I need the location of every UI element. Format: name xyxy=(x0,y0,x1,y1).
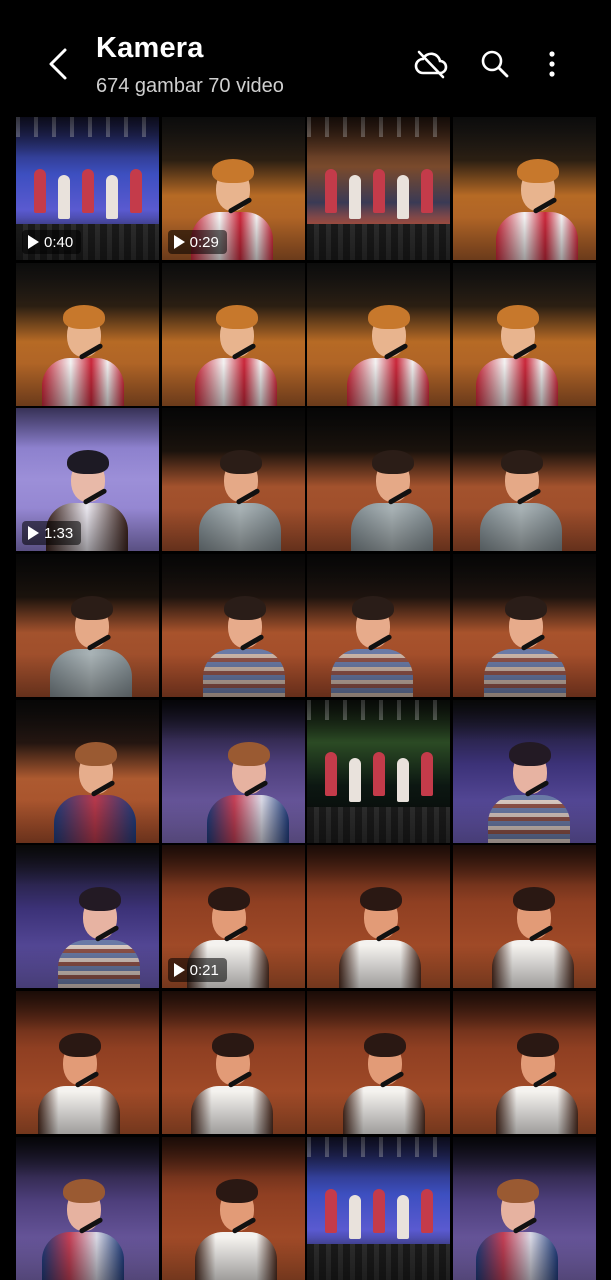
more-options-button[interactable] xyxy=(530,42,574,86)
thumbnail-shade xyxy=(16,1136,159,1280)
photo-thumbnail[interactable] xyxy=(307,699,451,843)
album-count: 674 gambar 70 video xyxy=(96,75,284,97)
thumbnail-shade xyxy=(307,845,451,989)
thumbnail-shade xyxy=(161,990,305,1134)
thumbnail-shade xyxy=(307,1136,451,1280)
app-header: Kamera 674 gambar 70 video xyxy=(0,0,611,112)
thumbnail-shade xyxy=(307,553,451,697)
photo-thumbnail[interactable] xyxy=(452,990,596,1134)
back-button[interactable] xyxy=(38,44,78,84)
video-duration-badge: 0:29 xyxy=(167,230,227,254)
cloud-sync-button[interactable] xyxy=(409,42,453,86)
photo-thumbnail[interactable] xyxy=(16,990,159,1134)
thumbnail-shade xyxy=(16,262,159,406)
photo-thumbnail[interactable] xyxy=(307,408,451,552)
thumbnail-shade xyxy=(161,1136,305,1280)
photo-thumbnail[interactable] xyxy=(307,1136,451,1280)
photo-thumbnail[interactable] xyxy=(307,990,451,1134)
thumbnail-shade xyxy=(452,1136,596,1280)
play-icon xyxy=(173,235,185,249)
video-duration: 0:40 xyxy=(44,233,74,251)
photo-thumbnail[interactable] xyxy=(452,699,596,843)
photo-thumbnail[interactable] xyxy=(161,1136,305,1280)
photo-thumbnail[interactable] xyxy=(307,845,451,989)
photo-thumbnail[interactable] xyxy=(452,408,596,552)
thumbnail-shade xyxy=(307,262,451,406)
thumbnail-shade xyxy=(161,699,305,843)
thumbnail-shade xyxy=(452,845,596,989)
thumbnail-shade xyxy=(452,990,596,1134)
video-duration: 0:21 xyxy=(189,961,219,979)
play-icon xyxy=(173,963,185,978)
thumbnail-shade xyxy=(161,408,305,552)
photo-thumbnail[interactable] xyxy=(161,699,305,843)
photo-thumbnail[interactable] xyxy=(16,1136,159,1280)
thumbnail-shade xyxy=(16,845,159,989)
video-thumbnail[interactable]: 0:29 xyxy=(161,117,305,260)
thumbnail-shade xyxy=(307,990,451,1134)
thumbnail-shade xyxy=(161,553,305,697)
thumbnail-shade xyxy=(307,699,451,843)
play-icon xyxy=(28,526,39,541)
photo-thumbnail[interactable] xyxy=(161,990,305,1134)
video-duration: 0:29 xyxy=(189,233,219,251)
thumbnail-shade xyxy=(452,553,596,697)
thumbnail-shade xyxy=(16,990,159,1134)
media-grid: 0:40 0:29 1:33 0:21 xyxy=(16,117,596,1280)
chevron-left-icon xyxy=(49,48,67,80)
video-duration-badge: 0:21 xyxy=(167,958,227,983)
photo-thumbnail[interactable] xyxy=(16,699,159,843)
photo-thumbnail[interactable] xyxy=(16,262,159,406)
photo-thumbnail[interactable] xyxy=(16,553,159,697)
thumbnail-shade xyxy=(307,117,451,260)
photo-thumbnail[interactable] xyxy=(16,845,159,989)
photo-thumbnail[interactable] xyxy=(452,1136,596,1280)
video-duration-badge: 1:33 xyxy=(22,521,82,546)
photo-thumbnail[interactable] xyxy=(307,553,451,697)
play-icon xyxy=(28,235,39,249)
photo-thumbnail[interactable] xyxy=(161,408,305,552)
album-title: Kamera xyxy=(96,32,204,64)
video-duration-badge: 0:40 xyxy=(22,230,82,254)
thumbnail-shade xyxy=(452,117,596,260)
photo-thumbnail[interactable] xyxy=(452,262,596,406)
video-thumbnail[interactable]: 0:21 xyxy=(161,845,305,989)
photo-thumbnail[interactable] xyxy=(452,845,596,989)
photo-thumbnail[interactable] xyxy=(452,117,596,260)
thumbnail-shade xyxy=(16,553,159,697)
photo-thumbnail[interactable] xyxy=(161,553,305,697)
photo-thumbnail[interactable] xyxy=(161,262,305,406)
thumbnail-shade xyxy=(307,408,451,552)
more-vertical-icon xyxy=(549,51,555,77)
video-thumbnail[interactable]: 1:33 xyxy=(16,408,159,552)
search-button[interactable] xyxy=(473,42,517,86)
thumbnail-shade xyxy=(452,262,596,406)
video-duration: 1:33 xyxy=(44,524,74,542)
photo-thumbnail[interactable] xyxy=(452,553,596,697)
video-thumbnail[interactable]: 0:40 xyxy=(16,117,159,260)
photo-thumbnail[interactable] xyxy=(307,117,451,260)
search-icon xyxy=(481,50,509,78)
thumbnail-shade xyxy=(16,699,159,843)
thumbnail-shade xyxy=(452,699,596,843)
thumbnail-shade xyxy=(452,408,596,552)
thumbnail-shade xyxy=(161,262,305,406)
cloud-off-icon xyxy=(414,50,448,79)
photo-thumbnail[interactable] xyxy=(307,262,451,406)
